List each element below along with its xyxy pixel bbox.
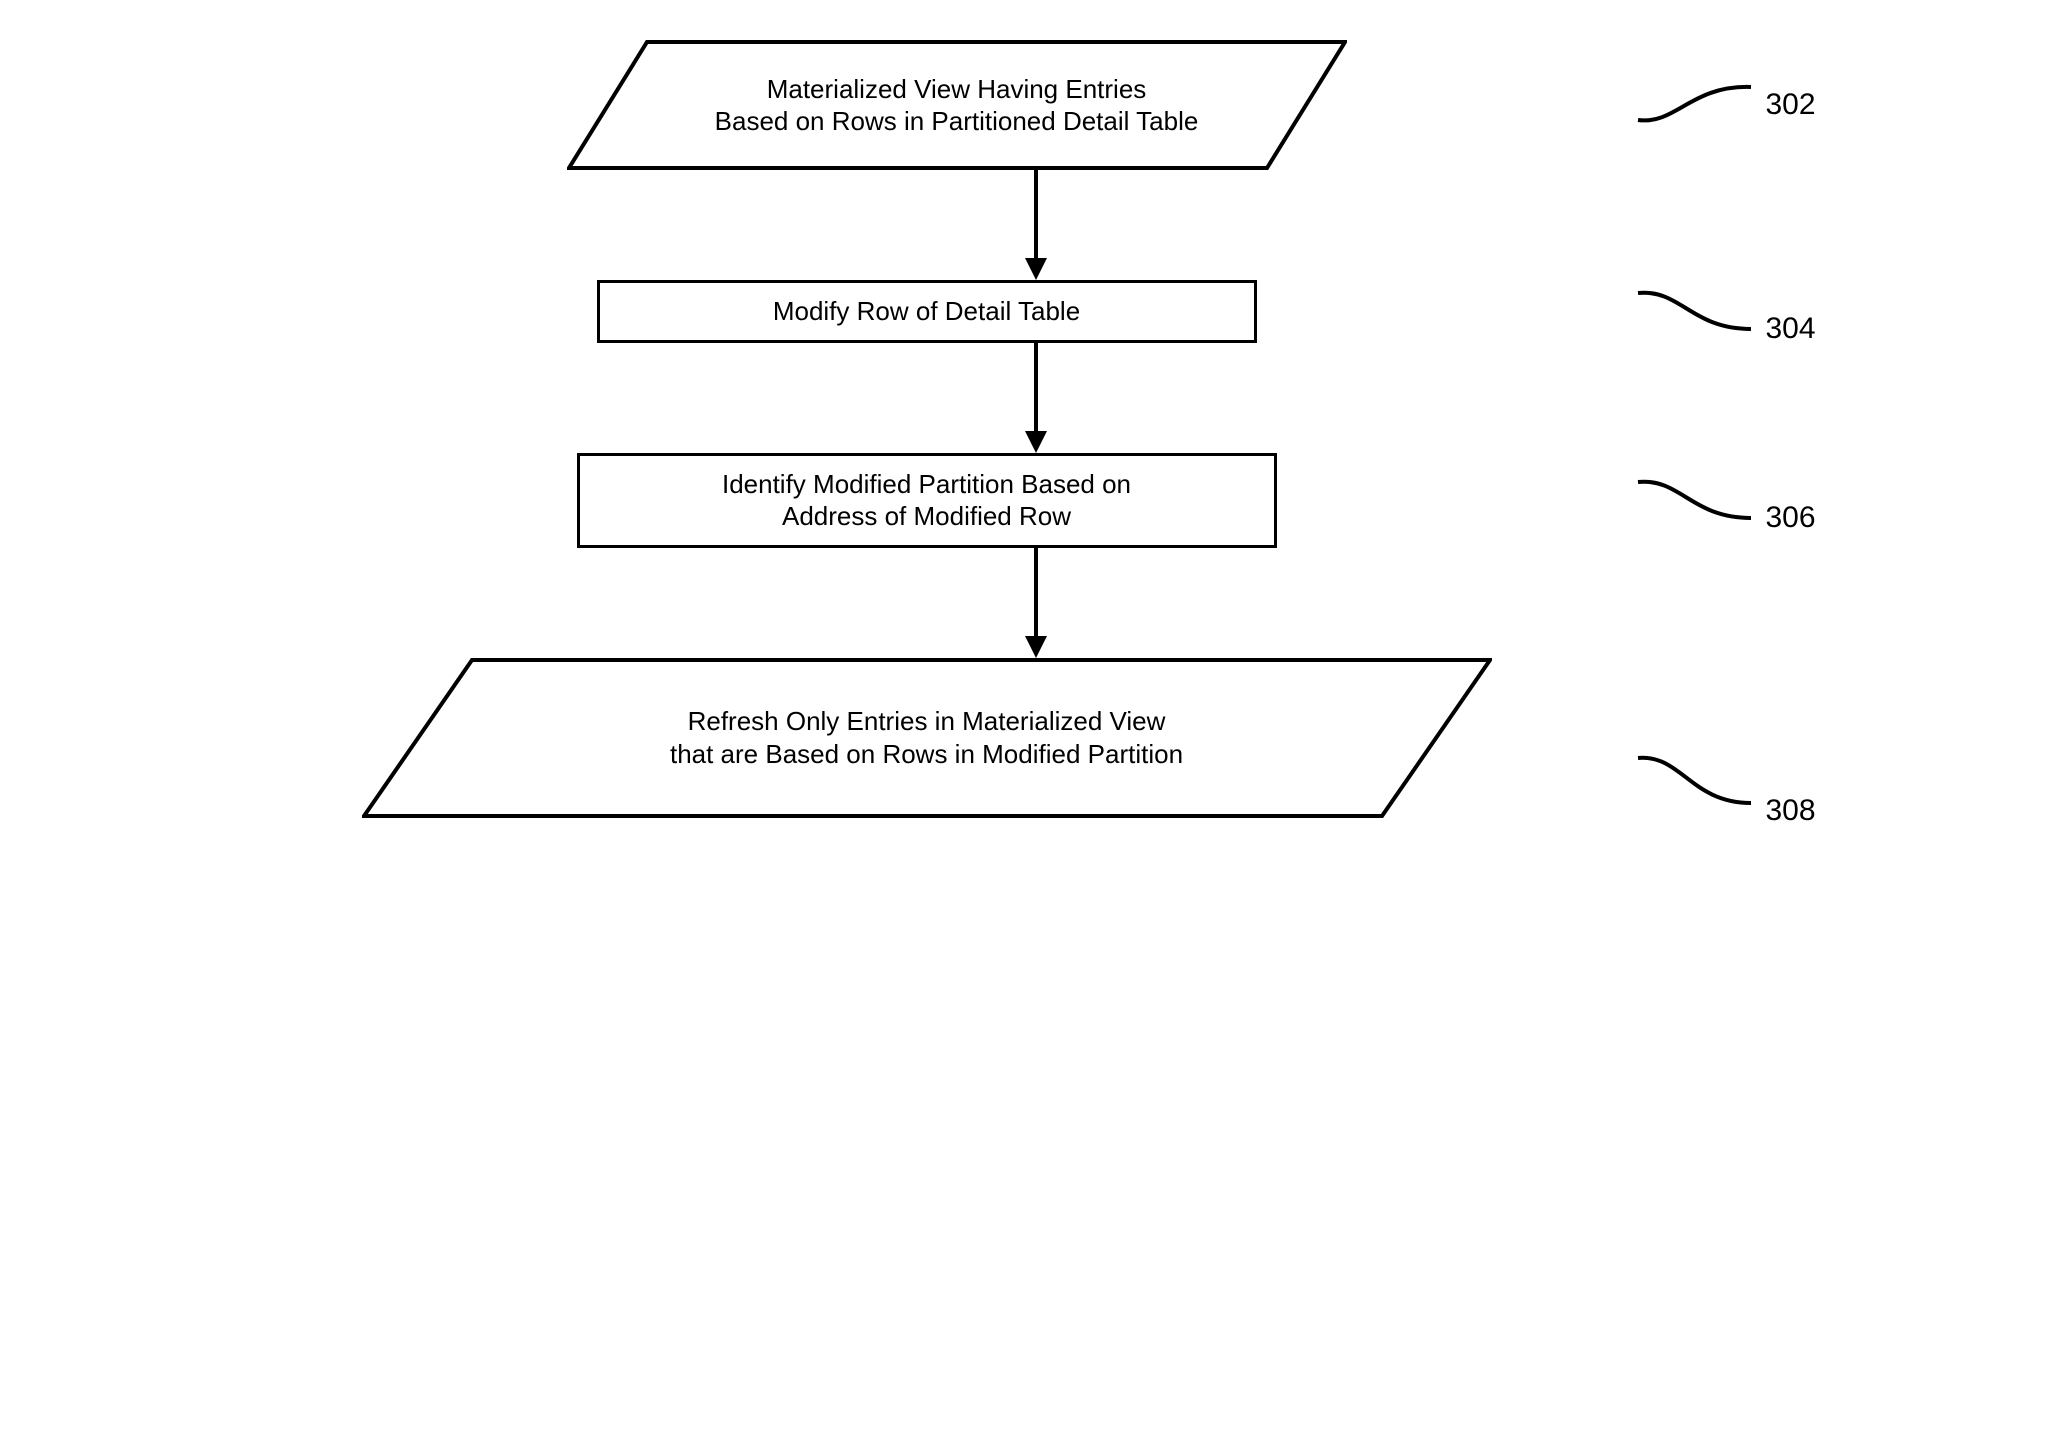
flow-node-2: Modify Row of Detail Table 304 — [236, 280, 1836, 343]
ref-connector-2: 304 — [1636, 281, 1836, 341]
arrow-1-2 — [1021, 170, 1051, 280]
process-shape-modify: Modify Row of Detail Table — [597, 280, 1257, 343]
arrow-3-4 — [1021, 548, 1051, 658]
node3-line1: Identify Modified Partition Based on — [722, 469, 1131, 499]
flowchart: Materialized View Having Entries Based o… — [236, 40, 1836, 818]
ref-connector-1: 302 — [1636, 75, 1836, 135]
data-shape-start: Materialized View Having Entries Based o… — [567, 40, 1347, 170]
node4-line1: Refresh Only Entries in Materialized Vie… — [688, 706, 1166, 736]
node4-line2: that are Based on Rows in Modified Parti… — [670, 739, 1183, 769]
curve-connector — [1636, 75, 1756, 135]
node1-line2: Based on Rows in Partitioned Detail Tabl… — [715, 106, 1199, 136]
ref-connector-4: 308 — [1636, 748, 1836, 818]
node3-line2: Address of Modified Row — [782, 501, 1071, 531]
flow-node-4: Refresh Only Entries in Materialized Vie… — [236, 658, 1836, 818]
ref-number-308: 308 — [1766, 794, 1816, 828]
process-shape-identify: Identify Modified Partition Based on Add… — [577, 453, 1277, 548]
arrow-2-3 — [1021, 343, 1051, 453]
curve-connector — [1636, 470, 1756, 530]
ref-number-304: 304 — [1766, 312, 1816, 346]
ref-number-302: 302 — [1766, 88, 1816, 122]
flow-node-1: Materialized View Having Entries Based o… — [236, 40, 1836, 170]
node-text: Materialized View Having Entries Based o… — [567, 40, 1347, 170]
node2-text: Modify Row of Detail Table — [773, 296, 1080, 326]
data-shape-end: Refresh Only Entries in Materialized Vie… — [362, 658, 1492, 818]
ref-connector-3: 306 — [1636, 470, 1836, 530]
ref-number-306: 306 — [1766, 501, 1816, 535]
curve-connector — [1636, 748, 1756, 818]
node-text: Refresh Only Entries in Materialized Vie… — [362, 658, 1492, 818]
curve-connector — [1636, 281, 1756, 341]
node1-line1: Materialized View Having Entries — [767, 74, 1147, 104]
flow-node-3: Identify Modified Partition Based on Add… — [236, 453, 1836, 548]
